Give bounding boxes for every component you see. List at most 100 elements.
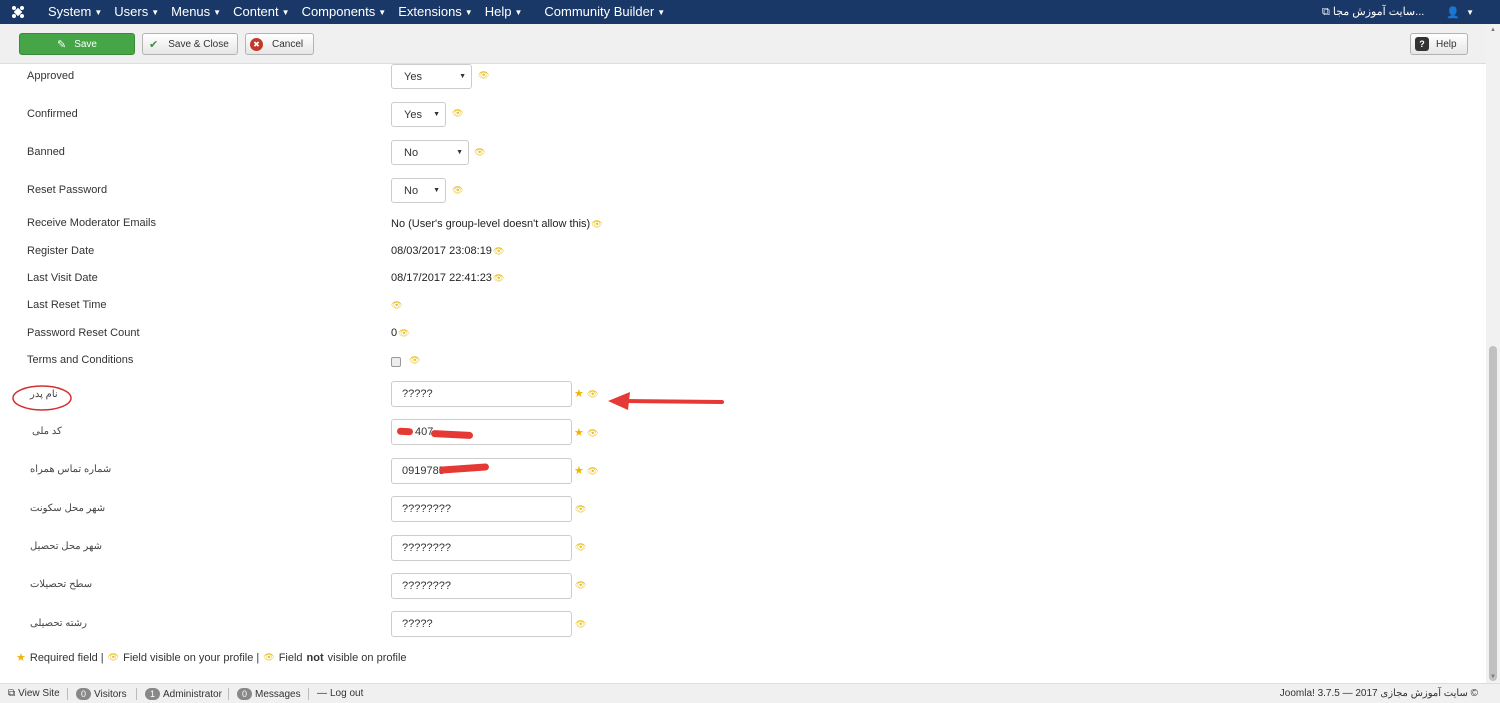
eye-icon: 👁: [474, 147, 486, 157]
scrollbar-thumb[interactable]: [1489, 346, 1497, 681]
toolbar: ✎ Save ✔ Save & Close ✖ Cancel ? Help: [0, 24, 1486, 64]
eye-icon: 👁: [398, 328, 410, 338]
caret-down-icon: ▼: [433, 187, 440, 194]
joomla-icon[interactable]: [6, 0, 30, 24]
last-reset-time-value: 👁: [391, 299, 402, 311]
logout-link[interactable]: — Log out: [317, 688, 363, 699]
caret-down-icon: ▼: [94, 8, 103, 17]
main-menu: System ▼ Users ▼ Menus ▼ Content ▼ Component…: [42, 0, 671, 24]
scroll-up-icon[interactable]: ▲: [1490, 27, 1496, 33]
menu-menus[interactable]: Menus ▼: [165, 0, 227, 24]
administrator-status[interactable]: 1 Administrator: [145, 688, 222, 700]
eye-icon: 👁: [492, 273, 505, 283]
caret-down-icon: ▼: [213, 8, 222, 17]
site-link[interactable]: ⧉ سایت آموزش مجا...: [1322, 5, 1424, 19]
user-menu[interactable]: 👤 ▼: [1446, 6, 1474, 19]
navbar-right: ⧉ سایت آموزش مجا... 👤 ▼: [1322, 0, 1474, 24]
eye-icon: 👁: [587, 389, 599, 399]
scroll-down-icon[interactable]: ▼: [1490, 674, 1496, 680]
receive-moderator-emails-label: Receive Moderator Emails: [27, 217, 156, 229]
field-of-study-input[interactable]: ?????: [391, 611, 572, 637]
question-icon: ?: [1415, 37, 1429, 51]
education-level-input[interactable]: ????????: [391, 573, 572, 599]
external-link-icon: ⧉: [8, 688, 16, 699]
caret-down-icon: ▼: [657, 8, 666, 17]
approved-select[interactable]: Yes ▼: [391, 64, 472, 89]
star-icon: ★: [16, 652, 26, 664]
eye-icon: 👁: [587, 466, 599, 476]
study-city-input[interactable]: ????????: [391, 535, 572, 561]
menu-components[interactable]: Components ▼: [296, 0, 393, 24]
confirmed-select[interactable]: Yes ▼: [391, 102, 446, 127]
annotation-circle: [12, 385, 72, 411]
cancel-button[interactable]: ✖ Cancel: [245, 33, 314, 55]
menu-help[interactable]: Help ▼: [479, 0, 529, 24]
caret-down-icon: ▼: [459, 73, 466, 80]
redaction-mark: [396, 427, 414, 436]
user-icon: 👤: [1446, 6, 1461, 19]
caret-down-icon: ▼: [281, 8, 290, 17]
top-navbar: System ▼ Users ▼ Menus ▼ Content ▼ Component…: [0, 0, 1500, 24]
copyright-text: Joomla! 3.7.5 — سایت آموزش مجازی 2017 ©: [1279, 688, 1478, 699]
menu-content[interactable]: Content ▼: [227, 0, 295, 24]
terms-and-conditions-label: Terms and Conditions: [27, 354, 134, 366]
star-icon: ★: [574, 388, 584, 400]
caret-down-icon: ▼: [514, 8, 523, 17]
mobile-number-input[interactable]: 0919785: [391, 458, 572, 484]
status-bar: ⧉ View Site 0 Visitors 1 Administrator 0 Mes…: [0, 683, 1500, 703]
reset-password-label: Reset Password: [27, 184, 108, 196]
approved-label: Approved: [27, 70, 75, 82]
caret-down-icon: ▼: [378, 8, 387, 17]
eye-icon: 👁: [587, 428, 599, 438]
eye-icon: 👁: [452, 185, 464, 195]
terms-checkbox[interactable]: [391, 357, 401, 367]
eye-icon: 👁: [575, 619, 587, 629]
eye-icon: 👁: [452, 108, 464, 118]
menu-users[interactable]: Users ▼: [108, 0, 165, 24]
menu-extensions[interactable]: Extensions ▼: [392, 0, 479, 24]
register-date-label: Register Date: [27, 245, 95, 257]
eye-icon: 👁: [575, 504, 587, 514]
eye-icon: 👁: [575, 580, 587, 590]
menu-system[interactable]: System ▼: [42, 0, 108, 24]
education-level-label: سطح تحصیلات: [30, 579, 93, 590]
scrollbar[interactable]: ▲ ▼: [1486, 24, 1500, 683]
divider: [308, 688, 309, 700]
field-of-study-label: رشته تحصیلی: [30, 618, 87, 629]
eye-icon: 👁: [591, 219, 603, 229]
help-button[interactable]: ? Help: [1410, 33, 1468, 55]
caret-down-icon: ▼: [1466, 7, 1474, 17]
save-button[interactable]: ✎ Save: [19, 33, 135, 55]
caret-down-icon: ▼: [456, 149, 463, 156]
messages-status[interactable]: 0 Messages: [237, 688, 301, 700]
banned-select[interactable]: No ▼: [391, 140, 469, 165]
last-visit-date-label: Last Visit Date: [27, 272, 98, 284]
residence-city-label: شهر محل سکونت: [30, 503, 106, 514]
password-reset-count-value: 0👁: [391, 327, 410, 339]
external-link-icon: ⧉: [1321, 6, 1333, 18]
eye-icon: 👁: [478, 70, 490, 80]
reset-password-select[interactable]: No ▼: [391, 178, 446, 203]
mobile-number-label: شماره تماس همراه: [30, 464, 112, 475]
divider: [228, 688, 229, 700]
caret-down-icon: ▼: [464, 8, 473, 17]
annotation-arrow: [608, 392, 724, 410]
father-name-input[interactable]: ?????: [391, 381, 572, 407]
residence-city-input[interactable]: ????????: [391, 496, 572, 522]
password-reset-count-label: Password Reset Count: [27, 327, 140, 339]
national-code-input[interactable]: 407: [391, 419, 572, 445]
menu-community-builder[interactable]: Community Builder ▼: [538, 0, 671, 24]
study-city-label: شهر محل تحصیل: [30, 541, 102, 552]
view-site-link[interactable]: ⧉ View Site: [8, 688, 60, 699]
last-reset-time-label: Last Reset Time: [27, 299, 107, 311]
eye-icon: 👁: [492, 246, 505, 256]
last-visit-date-value: 08/17/2017 22:41:23👁: [391, 272, 505, 284]
save-close-button[interactable]: ✔ Save & Close: [142, 33, 238, 55]
eye-icon: 👁: [575, 542, 587, 552]
receive-moderator-emails-value: No (User's group-level doesn't allow thi…: [391, 218, 603, 230]
divider: [67, 688, 68, 700]
eye-slash-icon: 👁: [263, 652, 275, 662]
star-icon: ★: [574, 427, 584, 439]
divider: [136, 688, 137, 700]
visitors-status[interactable]: 0 Visitors: [76, 688, 127, 700]
